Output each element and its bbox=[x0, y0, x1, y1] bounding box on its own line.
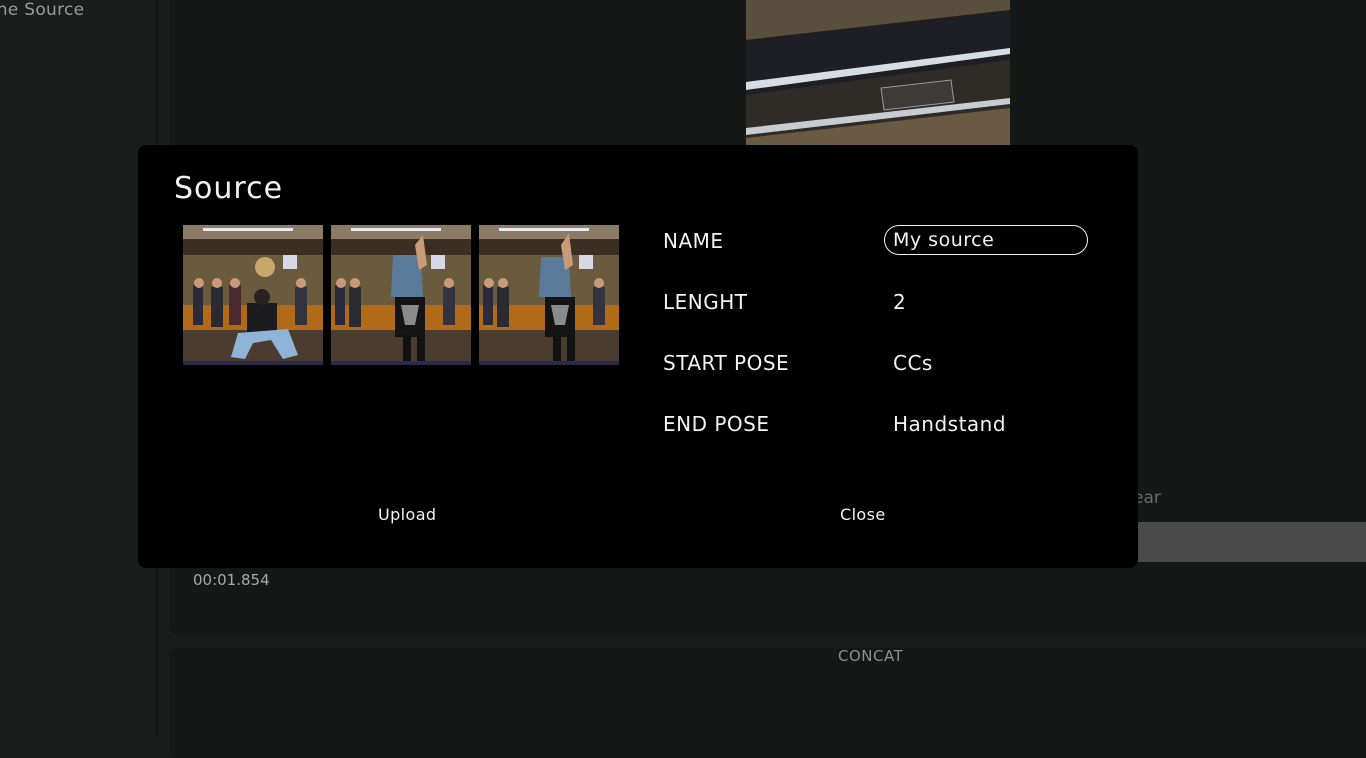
source-form: NAME LENGHT 2 START POSE CCs END POSE Ha… bbox=[663, 225, 1093, 473]
sidebar-item-label[interactable]: one Source bbox=[0, 0, 84, 20]
thumbnail-frame-1 bbox=[183, 225, 323, 365]
concat-label[interactable]: CONCAT bbox=[838, 647, 903, 665]
length-row: LENGHT 2 bbox=[663, 290, 1093, 351]
close-button[interactable]: Close bbox=[840, 505, 886, 524]
upload-button[interactable]: Upload bbox=[378, 505, 436, 524]
name-row: NAME bbox=[663, 225, 1093, 290]
concat-panel bbox=[170, 648, 1366, 758]
dialog-title: Source bbox=[174, 171, 284, 206]
end-pose-row: END POSE Handstand bbox=[663, 412, 1093, 473]
thumbnail-frame-3 bbox=[479, 225, 619, 365]
name-input[interactable] bbox=[884, 225, 1088, 255]
start-pose-label: START POSE bbox=[663, 351, 790, 375]
source-thumbnails bbox=[183, 225, 619, 365]
sidebar: one Source bbox=[0, 0, 158, 736]
start-pose-row: START POSE CCs bbox=[663, 351, 1093, 412]
end-pose-value: Handstand bbox=[893, 412, 1007, 436]
start-pose-value: CCs bbox=[893, 351, 933, 375]
timeline-bar[interactable] bbox=[1138, 522, 1366, 562]
video-preview bbox=[746, 0, 1010, 145]
length-label: LENGHT bbox=[663, 290, 748, 314]
thumbnail-frame-2 bbox=[331, 225, 471, 365]
name-label: NAME bbox=[663, 229, 724, 253]
end-pose-label: END POSE bbox=[663, 412, 770, 436]
source-dialog: Source NAME My source LENGHT 2 START POS… bbox=[138, 145, 1138, 568]
timecode: 00:01.854 bbox=[193, 571, 270, 589]
length-value: 2 bbox=[893, 290, 907, 314]
